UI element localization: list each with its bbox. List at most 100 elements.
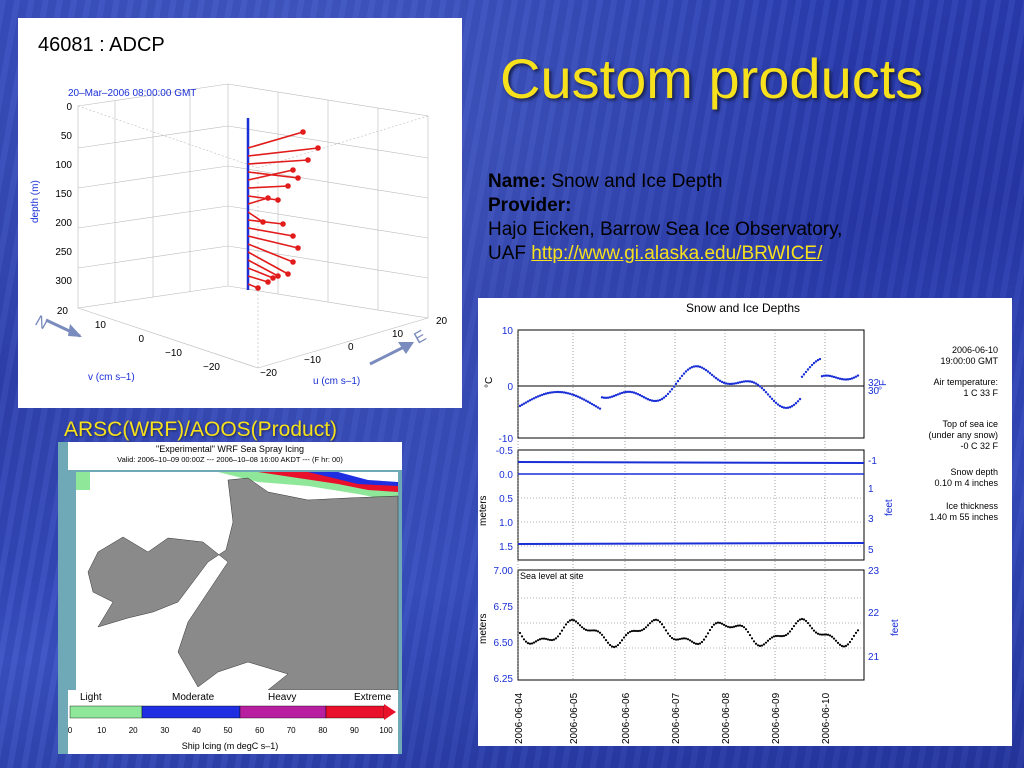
sea-level-point bbox=[624, 634, 628, 637]
sea-level-point bbox=[668, 634, 672, 638]
adcp-v-label: v (cm s–1) bbox=[88, 372, 135, 383]
sea-level-point bbox=[706, 632, 710, 635]
temp-point bbox=[676, 379, 680, 383]
sea-level-point bbox=[614, 645, 618, 648]
sea-level-point bbox=[854, 631, 858, 634]
icing-category: Extreme bbox=[354, 692, 392, 703]
temp-point bbox=[592, 403, 596, 407]
snow-ice-depths-panel: Snow and Ice Depths °C °F meters feet me… bbox=[478, 298, 1012, 746]
temp-point bbox=[748, 380, 752, 383]
sea-level-point bbox=[544, 637, 548, 641]
provider-line: Hajo Eicken, Barrow Sea Ice Observatory, bbox=[488, 219, 843, 240]
temp-point bbox=[590, 402, 594, 406]
icing-scale-tick: 80 bbox=[318, 726, 327, 735]
date-tick: 2006-06-10 bbox=[821, 692, 832, 744]
temp-point bbox=[666, 392, 670, 396]
temp-point bbox=[820, 375, 824, 378]
sea-level-point bbox=[598, 631, 602, 634]
sea-feet-tick: 23 bbox=[868, 566, 880, 577]
v-tick: 20 bbox=[57, 306, 69, 317]
icing-scale-tick: 70 bbox=[287, 726, 296, 735]
sea-level-point bbox=[840, 644, 844, 648]
temp-point bbox=[622, 391, 626, 394]
sea-level-point bbox=[644, 626, 648, 629]
sea-level-point bbox=[716, 621, 720, 624]
icing-map: "Experimental" WRF Sea Spray Icing Valid… bbox=[68, 442, 402, 754]
name-label: Name: bbox=[488, 171, 547, 192]
temp-point bbox=[724, 382, 728, 385]
depth-tick: 0 bbox=[66, 102, 72, 113]
sea-level-point bbox=[694, 642, 698, 645]
sea-level-point bbox=[616, 643, 620, 647]
sea-level-point bbox=[582, 627, 586, 630]
adcp-title: 46081 : ADCP bbox=[38, 34, 165, 56]
svg-text:N: N bbox=[32, 313, 51, 334]
temp-point bbox=[846, 378, 850, 381]
sea-level-point bbox=[826, 633, 830, 636]
sea-level-point bbox=[698, 642, 702, 645]
sea-level-point bbox=[690, 640, 694, 643]
sea-level-point bbox=[594, 629, 598, 632]
current-vector-icon bbox=[247, 185, 289, 189]
sea-level-point bbox=[760, 644, 764, 647]
temp-f-axis-label: °F bbox=[878, 380, 889, 390]
sea-level-point bbox=[588, 629, 592, 632]
depth-tick: 250 bbox=[55, 247, 72, 258]
sea-level-point bbox=[682, 637, 686, 640]
ice-top-label1: Top of sea ice bbox=[942, 419, 998, 429]
sea-level-point bbox=[640, 629, 644, 632]
sea-level-point bbox=[748, 633, 752, 637]
depth-tick: 150 bbox=[55, 189, 72, 200]
sea-level-point bbox=[526, 642, 530, 645]
current-vector-head-icon bbox=[290, 167, 296, 173]
sea-level-point bbox=[658, 620, 662, 623]
current-vector-head-icon bbox=[275, 273, 281, 279]
temp-point bbox=[668, 390, 672, 393]
sea-level-point bbox=[556, 635, 560, 638]
sea-level-point bbox=[670, 636, 674, 640]
current-vector-head-icon bbox=[255, 285, 261, 291]
arsc-caption: ARSC(WRF)/AOOS(Product) bbox=[64, 418, 338, 441]
sea-level-point bbox=[610, 645, 614, 648]
meters-tick: 0.0 bbox=[499, 470, 513, 481]
sea-level-point bbox=[596, 630, 600, 633]
current-vector-icon bbox=[247, 243, 294, 263]
sea-level-point bbox=[852, 634, 856, 637]
sea-level-point bbox=[702, 638, 706, 641]
sea-level-point bbox=[638, 629, 642, 632]
sea-level-point bbox=[548, 638, 552, 642]
sea-level-point bbox=[822, 633, 826, 636]
icing-scale-tick: 0 bbox=[68, 726, 73, 735]
sea-level-point bbox=[686, 638, 690, 641]
meters-label: meters bbox=[478, 495, 489, 526]
sea-level-point bbox=[654, 618, 658, 621]
temp-point bbox=[762, 388, 766, 392]
sea-level-point bbox=[806, 621, 810, 625]
date-tick: 2006-06-05 bbox=[569, 692, 580, 744]
temp-point bbox=[712, 375, 716, 378]
sea-level-point bbox=[612, 645, 616, 649]
sea-level-point bbox=[804, 619, 808, 623]
name-value: Snow and Ice Depth bbox=[551, 171, 723, 192]
u-tick: −10 bbox=[304, 355, 321, 366]
sea-level-point bbox=[642, 627, 646, 631]
sea-level-point bbox=[824, 633, 828, 636]
sea-level-point bbox=[720, 622, 724, 625]
ts-time: 19:00:00 GMT bbox=[940, 356, 998, 366]
temp-point bbox=[678, 377, 682, 380]
temp-point bbox=[684, 370, 688, 373]
adcp-plot-panel: 20–Mar–2006 08:00:00 GMT depth (m) 0 50 10… bbox=[18, 18, 462, 408]
sea-level-point bbox=[520, 635, 524, 638]
temp-point bbox=[796, 400, 800, 403]
svg-text:E: E bbox=[412, 327, 430, 347]
icing-scale-tick: 50 bbox=[224, 726, 233, 735]
provider-link[interactable]: http://www.gi.alaska.edu/BRWICE/ bbox=[531, 243, 822, 264]
temp-point bbox=[754, 382, 758, 385]
ice-value: 1.40 m 55 inches bbox=[929, 512, 998, 522]
sea-level-point bbox=[816, 632, 820, 635]
sea-level-point bbox=[780, 635, 784, 638]
sea-level-point bbox=[538, 638, 542, 641]
sea-level-point bbox=[660, 623, 664, 626]
ts-date: 2006-06-10 bbox=[952, 345, 998, 355]
sea-level-point bbox=[740, 624, 744, 628]
